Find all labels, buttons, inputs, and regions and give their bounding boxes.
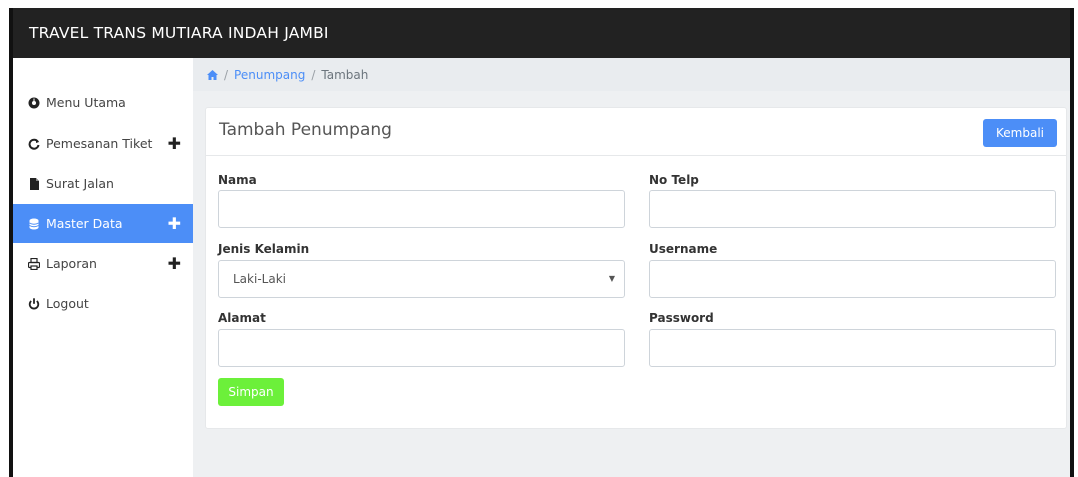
sidebar-item-label: Menu Utama — [46, 95, 126, 110]
sidebar-item-label: Laporan — [46, 256, 97, 271]
alamat-label: Alamat — [218, 311, 266, 325]
jenis-kelamin-select[interactable]: Laki-Laki ▼ — [218, 260, 625, 298]
home-icon[interactable] — [207, 69, 218, 80]
app-title[interactable]: TRAVEL TRANS MUTIARA INDAH JAMBI — [29, 24, 329, 42]
nama-input[interactable] — [218, 190, 625, 228]
print-icon — [28, 257, 40, 270]
sidebar-item-master-data[interactable]: Master Data ✚ — [13, 204, 193, 243]
sidebar-item-label: Logout — [46, 296, 89, 311]
caret-down-icon: ▼ — [608, 274, 615, 283]
username-input[interactable] — [649, 260, 1056, 298]
breadcrumb-current: Tambah — [321, 67, 369, 82]
password-input[interactable] — [649, 329, 1056, 367]
file-icon — [28, 177, 40, 190]
sidebar-item-laporan[interactable]: Laporan ✚ — [13, 244, 193, 283]
back-button[interactable]: Kembali — [983, 119, 1057, 147]
sidebar-item-menu-utama[interactable]: Menu Utama — [13, 83, 193, 122]
alamat-input[interactable] — [218, 329, 625, 367]
no-telp-label: No Telp — [649, 173, 699, 187]
power-icon — [28, 297, 40, 310]
sidebar-item-pemesanan-tiket[interactable]: Pemesanan Tiket ✚ — [13, 124, 193, 163]
top-navbar: TRAVEL TRANS MUTIARA INDAH JAMBI — [13, 8, 1070, 58]
card-header: Tambah Penumpang Kembali — [206, 108, 1066, 156]
form-card: Tambah Penumpang Kembali Nama No Telp Je… — [205, 107, 1067, 429]
nama-label: Nama — [218, 173, 257, 187]
card-title: Tambah Penumpang — [219, 120, 392, 140]
sidebar-item-label: Master Data — [46, 216, 123, 231]
plus-icon[interactable]: ✚ — [168, 215, 181, 232]
database-icon — [28, 218, 40, 230]
breadcrumb-separator: / — [224, 67, 229, 82]
refresh-icon — [28, 138, 40, 150]
breadcrumb-separator: / — [311, 67, 316, 82]
jenis-kelamin-selected-value: Laki-Laki — [233, 272, 286, 286]
breadcrumb: / Penumpang / Tambah — [193, 58, 1070, 91]
breadcrumb-link-penumpang[interactable]: Penumpang — [234, 68, 305, 82]
jenis-kelamin-label: Jenis Kelamin — [218, 242, 310, 256]
sidebar-item-label: Surat Jalan — [46, 176, 114, 191]
sidebar: Menu Utama Pemesanan Tiket ✚ Surat Jalan… — [13, 58, 193, 477]
username-label: Username — [649, 242, 718, 256]
dashboard-icon — [28, 97, 40, 109]
sidebar-item-label: Pemesanan Tiket — [46, 136, 153, 151]
save-button[interactable]: Simpan — [218, 378, 284, 406]
app-frame: TRAVEL TRANS MUTIARA INDAH JAMBI Menu Ut… — [9, 8, 1074, 477]
main-content: / Penumpang / Tambah Tambah Penumpang Ke… — [193, 58, 1070, 477]
sidebar-item-surat-jalan[interactable]: Surat Jalan — [13, 164, 193, 203]
password-label: Password — [649, 311, 714, 325]
no-telp-input[interactable] — [649, 190, 1056, 228]
sidebar-item-logout[interactable]: Logout — [13, 284, 193, 323]
plus-icon[interactable]: ✚ — [168, 135, 181, 152]
plus-icon[interactable]: ✚ — [168, 255, 181, 272]
